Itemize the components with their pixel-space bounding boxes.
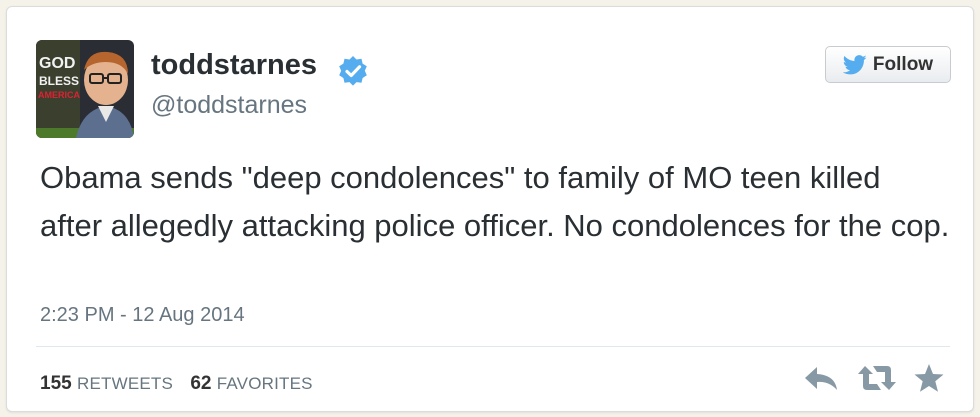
avatar-book-text-1: GOD xyxy=(39,55,75,72)
retweet-label: RETWEETS xyxy=(76,374,174,393)
star-icon[interactable] xyxy=(913,362,945,394)
user-handle[interactable]: @toddstarnes xyxy=(151,91,307,120)
tweet-text: Obama sends "deep condolences" to family… xyxy=(40,160,950,243)
twitter-bird-icon xyxy=(842,54,867,74)
favorite-label: FAVORITES xyxy=(216,374,313,393)
tweet-timestamp[interactable]: 2:23 PM - 12 Aug 2014 xyxy=(40,304,245,327)
avatar-image: GOD BLESS AMERICA xyxy=(36,40,134,138)
divider xyxy=(36,346,950,347)
reply-icon[interactable] xyxy=(803,363,839,393)
display-name[interactable]: toddstarnes xyxy=(151,49,317,82)
avatar[interactable]: GOD BLESS AMERICA xyxy=(36,40,134,138)
tweet-stats: 155 RETWEETS 62 FAVORITES xyxy=(40,373,325,395)
avatar-book-text-3: AMERICA xyxy=(38,90,80,100)
follow-label: Follow xyxy=(872,53,934,75)
follow-button[interactable]: Follow xyxy=(825,46,951,83)
favorite-count[interactable]: 62 xyxy=(190,373,211,394)
tweet-card: GOD BLESS AMERICA toddstarnes @toddstarn… xyxy=(6,6,974,412)
verified-badge-icon xyxy=(339,56,367,86)
avatar-book-text-2: BLESS xyxy=(39,74,79,88)
retweet-icon[interactable] xyxy=(857,364,897,392)
retweet-count[interactable]: 155 xyxy=(40,373,72,394)
